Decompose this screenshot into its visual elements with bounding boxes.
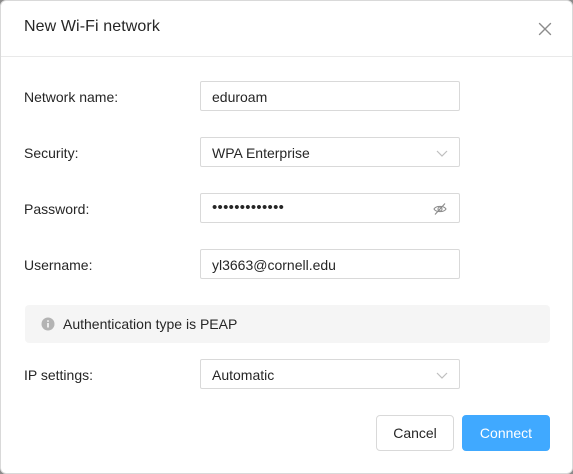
username-label: Username: — [24, 257, 93, 273]
ip-settings-value: Automatic — [212, 367, 275, 383]
dialog-title: New Wi-Fi network — [24, 18, 160, 35]
close-button[interactable] — [535, 19, 555, 39]
network-name-input[interactable]: eduroam — [200, 81, 460, 111]
password-input[interactable]: ••••••••••••• — [200, 193, 460, 223]
password-value: ••••••••••••• — [212, 199, 285, 216]
network-name-label: Network name: — [24, 89, 119, 105]
auth-info-text: Authentication type is PEAP — [63, 316, 238, 332]
close-icon — [538, 22, 552, 36]
cancel-button[interactable]: Cancel — [376, 415, 454, 451]
security-value: WPA Enterprise — [212, 145, 310, 161]
security-label: Security: — [24, 145, 79, 161]
chevron-down-icon — [436, 150, 448, 157]
ip-settings-label: IP settings: — [24, 367, 94, 383]
info-icon — [41, 317, 55, 331]
password-label: Password: — [24, 201, 90, 217]
wifi-dialog: New Wi-Fi network Network name: eduroam … — [0, 0, 573, 474]
auth-info-box: Authentication type is PEAP — [25, 305, 550, 343]
security-select[interactable]: WPA Enterprise — [200, 137, 460, 167]
network-name-value: eduroam — [212, 89, 268, 105]
eye-hidden-icon[interactable] — [433, 202, 447, 216]
chevron-down-icon — [436, 372, 448, 379]
username-value: yl3663@cornell.edu — [212, 257, 336, 273]
username-input[interactable]: yl3663@cornell.edu — [200, 249, 460, 279]
connect-button[interactable]: Connect — [462, 415, 550, 451]
ip-settings-select[interactable]: Automatic — [200, 359, 460, 389]
dialog-header: New Wi-Fi network — [1, 1, 572, 57]
